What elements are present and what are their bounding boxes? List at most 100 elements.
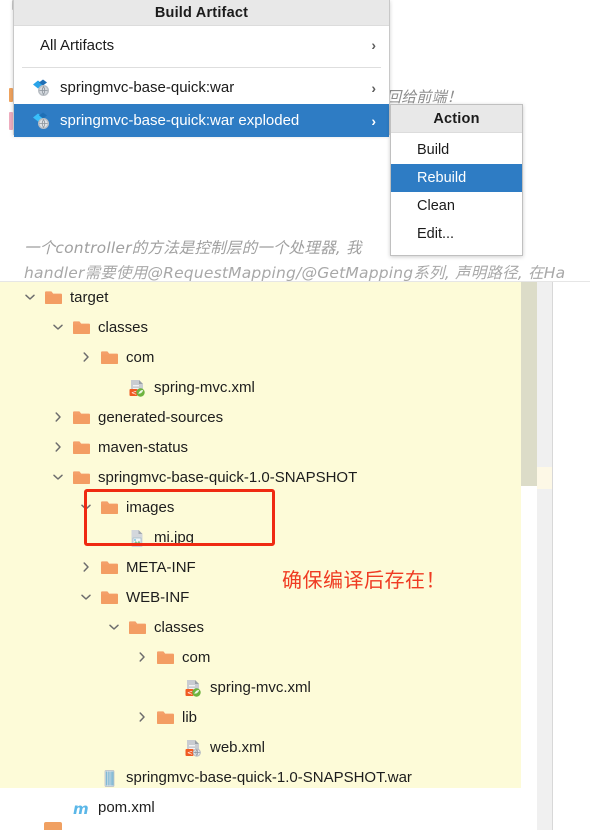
folder-icon <box>72 469 91 486</box>
action-item-clean[interactable]: Clean <box>391 192 522 220</box>
spring-xml-icon: < <box>184 679 203 697</box>
tree-scrollbar-thumb[interactable] <box>521 282 537 486</box>
tree-scrollbar-track[interactable] <box>537 282 552 830</box>
svg-text:<: < <box>131 389 137 397</box>
folder-icon <box>72 439 91 456</box>
tree-row[interactable]: com <box>0 642 521 672</box>
tree-row[interactable]: maven-status <box>0 432 521 462</box>
tree-row-label: web.xml <box>210 738 266 756</box>
panel-divider <box>552 282 553 830</box>
action-menu-title: Action <box>391 105 522 133</box>
tree-row[interactable]: m pom.xml <box>0 792 521 822</box>
tree-row-label: com <box>182 648 211 666</box>
article-text-line: handler需要使用@RequestMapping/@GetMapping系列… <box>24 264 566 282</box>
artifact-icon <box>32 111 51 130</box>
tree-row[interactable]: springmvc-base-quick-1.0-SNAPSHOT.war <box>0 762 521 792</box>
annotation-note-text: 确保编译后存在！ <box>282 568 446 592</box>
tree-row[interactable]: < web.xml <box>0 732 521 762</box>
tree-row[interactable]: < spring-mvc.xml <box>0 672 521 702</box>
chevron-down-icon[interactable] <box>78 499 94 515</box>
tree-row-label: spring-mvc.xml <box>154 378 255 396</box>
action-item-edit[interactable]: Edit... <box>391 220 522 248</box>
tree-row[interactable]: com <box>0 342 521 372</box>
chevron-right-icon[interactable] <box>78 559 94 575</box>
screenshot-root: 回给前端！ 一个controller的方法是控制层的一个处理器, 我 handl… <box>0 0 590 830</box>
menu-item-springmvc-war-exploded[interactable]: springmvc-base-quick:war exploded › <box>14 104 389 137</box>
action-item-label: Clean <box>417 198 455 214</box>
folder-icon <box>100 349 119 366</box>
folder-icon <box>156 649 175 666</box>
tree-twisty-spacer <box>50 799 66 815</box>
folder-icon <box>72 319 91 336</box>
chevron-down-icon[interactable] <box>50 319 66 335</box>
action-item-label: Rebuild <box>417 170 467 186</box>
project-tree: target classes com < spring-mvc.xml generated… <box>0 282 521 822</box>
action-item-label: Edit... <box>417 226 455 242</box>
action-menu: Action Build Rebuild Clean Edit... <box>390 104 523 256</box>
war-archive-icon <box>100 769 119 787</box>
tree-row[interactable]: lib <box>0 702 521 732</box>
folder-icon <box>44 289 63 306</box>
tree-right-gutter <box>552 282 590 830</box>
tree-row-label: target <box>70 288 109 306</box>
folder-icon <box>156 709 175 726</box>
chevron-right-icon[interactable] <box>50 439 66 455</box>
tree-twisty-spacer <box>78 769 94 785</box>
menu-item-label: springmvc-base-quick:war <box>60 79 235 96</box>
chevron-right-icon: › <box>371 112 376 129</box>
tree-row[interactable]: generated-sources <box>0 402 521 432</box>
tree-row[interactable]: classes <box>0 312 521 342</box>
tree-row-label: META-INF <box>126 558 196 576</box>
tree-row-label: springmvc-base-quick-1.0-SNAPSHOT.war <box>126 768 412 786</box>
tree-row[interactable]: classes <box>0 612 521 642</box>
chevron-right-icon: › <box>371 79 376 96</box>
chevron-right-icon[interactable] <box>134 649 150 665</box>
tree-row[interactable]: < spring-mvc.xml <box>0 372 521 402</box>
tree-row-label: spring-mvc.xml <box>210 678 311 696</box>
maven-icon: m <box>72 799 91 818</box>
project-tree-panel: target classes com < spring-mvc.xml generated… <box>0 281 590 830</box>
tree-row-label: maven-status <box>98 438 189 456</box>
chevron-right-icon[interactable] <box>78 349 94 365</box>
menu-separator <box>22 67 381 68</box>
build-artifact-menu: Build Artifact All Artifacts › springmvc… <box>13 0 390 137</box>
svg-text:<: < <box>187 749 193 757</box>
chevron-down-icon[interactable] <box>78 589 94 605</box>
tree-row-label: pom.xml <box>98 798 155 816</box>
tree-twisty-spacer <box>162 679 178 695</box>
tree-row-label: lib <box>182 708 198 726</box>
tree-scrollbar-marker <box>537 467 552 489</box>
tree-twisty-spacer <box>106 529 122 545</box>
action-item-build[interactable]: Build <box>391 136 522 164</box>
chevron-right-icon: › <box>371 37 376 53</box>
menu-item-all-artifacts[interactable]: All Artifacts › <box>14 26 389 64</box>
folder-icon <box>128 619 147 636</box>
tree-row[interactable]: target <box>0 282 521 312</box>
chevron-down-icon[interactable] <box>50 469 66 485</box>
tree-row-label: images <box>126 498 175 516</box>
tree-row-label: mi.jpg <box>154 528 195 546</box>
tree-row[interactable]: springmvc-base-quick-1.0-SNAPSHOT <box>0 462 521 492</box>
chevron-right-icon[interactable] <box>134 709 150 725</box>
tree-row-partial-below-fold <box>44 822 62 830</box>
tree-row-label: classes <box>98 318 149 336</box>
folder-icon <box>72 409 91 426</box>
tree-row[interactable]: images <box>0 492 521 522</box>
image-file-icon <box>128 529 147 547</box>
tree-row-label: WEB-INF <box>126 588 190 606</box>
menu-item-springmvc-war[interactable]: springmvc-base-quick:war › <box>14 71 389 104</box>
tree-twisty-spacer <box>106 379 122 395</box>
tree-row-label: classes <box>154 618 205 636</box>
chevron-right-icon[interactable] <box>50 409 66 425</box>
spring-xml-icon: < <box>128 379 147 397</box>
chevron-down-icon[interactable] <box>106 619 122 635</box>
action-item-rebuild[interactable]: Rebuild <box>391 164 522 192</box>
folder-icon <box>100 499 119 516</box>
action-item-label: Build <box>417 142 450 158</box>
article-text-line: 一个controller的方法是控制层的一个处理器, 我 <box>24 239 362 257</box>
menu-item-label: springmvc-base-quick:war exploded <box>60 112 300 129</box>
build-artifact-menu-title: Build Artifact <box>14 0 389 26</box>
tree-row-label: generated-sources <box>98 408 224 426</box>
chevron-down-icon[interactable] <box>22 289 38 305</box>
tree-row[interactable]: mi.jpg <box>0 522 521 552</box>
